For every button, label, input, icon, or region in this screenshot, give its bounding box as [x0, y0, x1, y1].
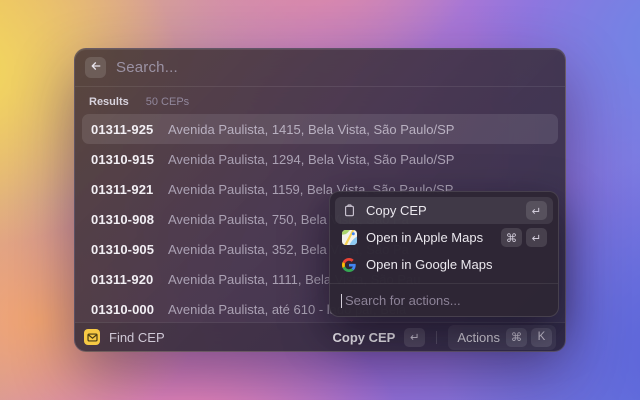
command-key-chip: ⌘ [506, 328, 527, 347]
launcher-window: Search... Results 50 CEPs 01311-925 Aven… [74, 48, 566, 352]
app-name: Find CEP [109, 330, 165, 345]
search-bar: Search... [75, 49, 565, 86]
action-menu-item[interactable]: Open in Apple Maps ⌘↵ [335, 224, 553, 251]
result-cep: 01311-921 [91, 182, 155, 197]
action-search-field[interactable]: Search for actions... [335, 289, 553, 311]
action-search-placeholder: Search for actions... [345, 293, 461, 308]
result-address: Avenida Paulista, 1415, Bela Vista, São … [168, 122, 454, 137]
results-header: Results 50 CEPs [75, 87, 565, 112]
results-section-label: Results [89, 96, 129, 108]
arrow-left-icon [90, 59, 102, 77]
find-cep-app-icon [84, 329, 100, 345]
command-key-chip: ⌘ [501, 228, 522, 247]
action-menu-item-label: Open in Apple Maps [366, 230, 483, 245]
actions-button[interactable]: Actions ⌘K [448, 325, 556, 350]
action-menu-item-label: Open in Google Maps [366, 257, 492, 272]
return-key-chip: ↵ [526, 228, 547, 247]
return-key-chip: ↵ [404, 328, 425, 347]
action-menu: Copy CEP ↵ Open in Apple Maps ⌘↵ Open in… [329, 191, 559, 317]
apple-maps-icon [341, 230, 357, 245]
action-menu-item-label: Copy CEP [366, 203, 427, 218]
back-button[interactable] [85, 57, 106, 78]
status-bar: Find CEP Copy CEP ↵ Actions ⌘K [75, 322, 565, 351]
return-key-chip: ↵ [526, 201, 547, 220]
result-cep: 01310-000 [91, 302, 155, 317]
action-menu-item[interactable]: Open in Google Maps [335, 251, 553, 278]
k-key-chip: K [531, 328, 552, 347]
google-maps-icon [341, 258, 357, 272]
action-menu-item-shortcuts: ⌘↵ [501, 228, 547, 247]
action-menu-item-shortcuts: ↵ [526, 201, 547, 220]
result-cep: 01310-905 [91, 242, 155, 257]
actions-label: Actions [457, 330, 500, 345]
envelope-icon [87, 332, 98, 343]
result-cep: 01311-925 [91, 122, 155, 137]
result-cep: 01311-920 [91, 272, 155, 287]
result-address: Avenida Paulista, 1294, Bela Vista, São … [168, 152, 454, 167]
action-menu-item[interactable]: Copy CEP ↵ [335, 197, 553, 224]
result-row[interactable]: 01311-925 Avenida Paulista, 1415, Bela V… [82, 114, 558, 144]
text-caret [341, 294, 342, 308]
results-count: 50 CEPs [146, 96, 189, 108]
clipboard-icon [341, 204, 357, 217]
result-cep: 01310-915 [91, 152, 155, 167]
search-input[interactable]: Search... [116, 59, 178, 76]
result-cep: 01310-908 [91, 212, 155, 227]
actions-shortcut-chips: ⌘K [506, 328, 552, 347]
primary-action-button[interactable]: Copy CEP [333, 330, 396, 345]
status-bar-separator [436, 331, 437, 344]
action-menu-items: Copy CEP ↵ Open in Apple Maps ⌘↵ Open in… [335, 197, 553, 278]
result-row[interactable]: 01310-915 Avenida Paulista, 1294, Bela V… [82, 144, 558, 174]
action-menu-divider [330, 283, 558, 284]
